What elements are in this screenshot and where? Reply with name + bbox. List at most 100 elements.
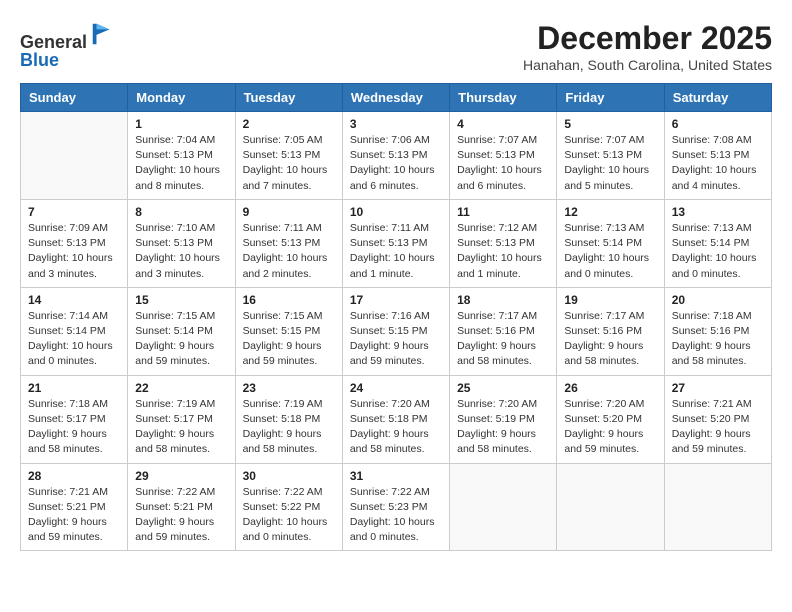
calendar-cell: 29 Sunrise: 7:22 AM Sunset: 5:21 PM Dayli…	[128, 463, 235, 551]
day-info: Sunrise: 7:22 AM Sunset: 5:23 PM Dayligh…	[350, 485, 442, 546]
day-info: Sunrise: 7:15 AM Sunset: 5:15 PM Dayligh…	[243, 309, 335, 370]
day-info: Sunrise: 7:05 AM Sunset: 5:13 PM Dayligh…	[243, 133, 335, 194]
day-number: 2	[243, 117, 335, 131]
day-number: 11	[457, 205, 549, 219]
day-number: 27	[672, 381, 764, 395]
day-number: 29	[135, 469, 227, 483]
day-number: 30	[243, 469, 335, 483]
day-info: Sunrise: 7:20 AM Sunset: 5:20 PM Dayligh…	[564, 397, 656, 458]
day-number: 26	[564, 381, 656, 395]
day-info: Sunrise: 7:21 AM Sunset: 5:21 PM Dayligh…	[28, 485, 120, 546]
calendar-cell: 23 Sunrise: 7:19 AM Sunset: 5:18 PM Dayli…	[235, 375, 342, 463]
calendar-cell: 12Sunrise: 7:13 AM Sunset: 5:14 PM Dayli…	[557, 199, 664, 287]
day-info: Sunrise: 7:18 AM Sunset: 5:17 PM Dayligh…	[28, 397, 120, 458]
calendar-cell: 20 Sunrise: 7:18 AM Sunset: 5:16 PM Dayli…	[664, 287, 771, 375]
calendar-cell: 31 Sunrise: 7:22 AM Sunset: 5:23 PM Dayli…	[342, 463, 449, 551]
calendar-cell: 22 Sunrise: 7:19 AM Sunset: 5:17 PM Dayli…	[128, 375, 235, 463]
calendar-cell: 28 Sunrise: 7:21 AM Sunset: 5:21 PM Dayli…	[21, 463, 128, 551]
calendar-cell: 11 Sunrise: 7:12 AM Sunset: 5:13 PM Dayli…	[450, 199, 557, 287]
day-info: Sunrise: 7:14 AM Sunset: 5:14 PM Dayligh…	[28, 309, 120, 370]
calendar-cell: 1 Sunrise: 7:04 AM Sunset: 5:13 PM Daylig…	[128, 112, 235, 200]
calendar-cell: 27 Sunrise: 7:21 AM Sunset: 5:20 PM Dayli…	[664, 375, 771, 463]
day-of-week-header: Saturday	[664, 84, 771, 112]
calendar-cell	[664, 463, 771, 551]
day-of-week-header: Wednesday	[342, 84, 449, 112]
calendar-cell: 10Sunrise: 7:11 AM Sunset: 5:13 PM Dayli…	[342, 199, 449, 287]
calendar-cell: 18 Sunrise: 7:17 AM Sunset: 5:16 PM Dayli…	[450, 287, 557, 375]
day-info: Sunrise: 7:06 AM Sunset: 5:13 PM Dayligh…	[350, 133, 442, 194]
calendar-week-row: 1 Sunrise: 7:04 AM Sunset: 5:13 PM Daylig…	[21, 112, 772, 200]
logo: General Blue	[20, 20, 117, 71]
day-info: Sunrise: 7:09 AM Sunset: 5:13 PM Dayligh…	[28, 221, 120, 282]
day-number: 3	[350, 117, 442, 131]
calendar-header-row: SundayMondayTuesdayWednesdayThursdayFrid…	[21, 84, 772, 112]
day-info: Sunrise: 7:16 AM Sunset: 5:15 PM Dayligh…	[350, 309, 442, 370]
day-number: 17	[350, 293, 442, 307]
day-number: 1	[135, 117, 227, 131]
calendar-week-row: 21 Sunrise: 7:18 AM Sunset: 5:17 PM Dayli…	[21, 375, 772, 463]
day-info: Sunrise: 7:18 AM Sunset: 5:16 PM Dayligh…	[672, 309, 764, 370]
calendar-cell: 2 Sunrise: 7:05 AM Sunset: 5:13 PM Daylig…	[235, 112, 342, 200]
day-info: Sunrise: 7:13 AM Sunset: 5:14 PM Dayligh…	[564, 221, 656, 282]
day-number: 5	[564, 117, 656, 131]
day-number: 28	[28, 469, 120, 483]
day-number: 18	[457, 293, 549, 307]
day-of-week-header: Tuesday	[235, 84, 342, 112]
calendar-cell: 6 Sunrise: 7:08 AM Sunset: 5:13 PM Daylig…	[664, 112, 771, 200]
day-number: 13	[672, 205, 764, 219]
day-number: 31	[350, 469, 442, 483]
main-title: December 2025	[523, 20, 772, 57]
logo-flag-icon	[89, 20, 117, 48]
calendar-cell: 5 Sunrise: 7:07 AM Sunset: 5:13 PM Daylig…	[557, 112, 664, 200]
day-number: 23	[243, 381, 335, 395]
calendar-week-row: 7Sunrise: 7:09 AM Sunset: 5:13 PM Daylig…	[21, 199, 772, 287]
calendar-cell: 9Sunrise: 7:11 AM Sunset: 5:13 PM Daylig…	[235, 199, 342, 287]
day-number: 20	[672, 293, 764, 307]
day-of-week-header: Monday	[128, 84, 235, 112]
calendar-cell: 8Sunrise: 7:10 AM Sunset: 5:13 PM Daylig…	[128, 199, 235, 287]
day-info: Sunrise: 7:17 AM Sunset: 5:16 PM Dayligh…	[564, 309, 656, 370]
day-number: 9	[243, 205, 335, 219]
day-number: 6	[672, 117, 764, 131]
calendar-cell: 26 Sunrise: 7:20 AM Sunset: 5:20 PM Dayli…	[557, 375, 664, 463]
day-info: Sunrise: 7:07 AM Sunset: 5:13 PM Dayligh…	[564, 133, 656, 194]
day-of-week-header: Friday	[557, 84, 664, 112]
day-number: 15	[135, 293, 227, 307]
day-info: Sunrise: 7:20 AM Sunset: 5:19 PM Dayligh…	[457, 397, 549, 458]
title-block: December 2025 Hanahan, South Carolina, U…	[523, 20, 772, 73]
day-info: Sunrise: 7:04 AM Sunset: 5:13 PM Dayligh…	[135, 133, 227, 194]
calendar-cell	[21, 112, 128, 200]
day-info: Sunrise: 7:08 AM Sunset: 5:13 PM Dayligh…	[672, 133, 764, 194]
day-info: Sunrise: 7:19 AM Sunset: 5:17 PM Dayligh…	[135, 397, 227, 458]
calendar-cell: 24Sunrise: 7:20 AM Sunset: 5:18 PM Dayli…	[342, 375, 449, 463]
calendar-cell: 3 Sunrise: 7:06 AM Sunset: 5:13 PM Daylig…	[342, 112, 449, 200]
day-number: 22	[135, 381, 227, 395]
day-info: Sunrise: 7:22 AM Sunset: 5:21 PM Dayligh…	[135, 485, 227, 546]
day-of-week-header: Sunday	[21, 84, 128, 112]
day-info: Sunrise: 7:12 AM Sunset: 5:13 PM Dayligh…	[457, 221, 549, 282]
day-number: 21	[28, 381, 120, 395]
calendar-cell: 19Sunrise: 7:17 AM Sunset: 5:16 PM Dayli…	[557, 287, 664, 375]
calendar-cell: 17 Sunrise: 7:16 AM Sunset: 5:15 PM Dayli…	[342, 287, 449, 375]
calendar-week-row: 14Sunrise: 7:14 AM Sunset: 5:14 PM Dayli…	[21, 287, 772, 375]
page-header: General Blue December 2025 Hanahan, Sout…	[20, 20, 772, 73]
calendar-table: SundayMondayTuesdayWednesdayThursdayFrid…	[20, 83, 772, 551]
calendar-cell: 21 Sunrise: 7:18 AM Sunset: 5:17 PM Dayli…	[21, 375, 128, 463]
day-info: Sunrise: 7:21 AM Sunset: 5:20 PM Dayligh…	[672, 397, 764, 458]
day-info: Sunrise: 7:20 AM Sunset: 5:18 PM Dayligh…	[350, 397, 442, 458]
calendar-week-row: 28 Sunrise: 7:21 AM Sunset: 5:21 PM Dayli…	[21, 463, 772, 551]
day-info: Sunrise: 7:19 AM Sunset: 5:18 PM Dayligh…	[243, 397, 335, 458]
day-info: Sunrise: 7:22 AM Sunset: 5:22 PM Dayligh…	[243, 485, 335, 546]
day-info: Sunrise: 7:07 AM Sunset: 5:13 PM Dayligh…	[457, 133, 549, 194]
day-number: 8	[135, 205, 227, 219]
calendar-cell: 15 Sunrise: 7:15 AM Sunset: 5:14 PM Dayli…	[128, 287, 235, 375]
calendar-cell	[450, 463, 557, 551]
day-info: Sunrise: 7:17 AM Sunset: 5:16 PM Dayligh…	[457, 309, 549, 370]
calendar-cell: 16Sunrise: 7:15 AM Sunset: 5:15 PM Dayli…	[235, 287, 342, 375]
calendar-cell: 25Sunrise: 7:20 AM Sunset: 5:19 PM Dayli…	[450, 375, 557, 463]
day-info: Sunrise: 7:15 AM Sunset: 5:14 PM Dayligh…	[135, 309, 227, 370]
calendar-cell	[557, 463, 664, 551]
day-info: Sunrise: 7:11 AM Sunset: 5:13 PM Dayligh…	[350, 221, 442, 282]
calendar-cell: 14Sunrise: 7:14 AM Sunset: 5:14 PM Dayli…	[21, 287, 128, 375]
day-number: 4	[457, 117, 549, 131]
